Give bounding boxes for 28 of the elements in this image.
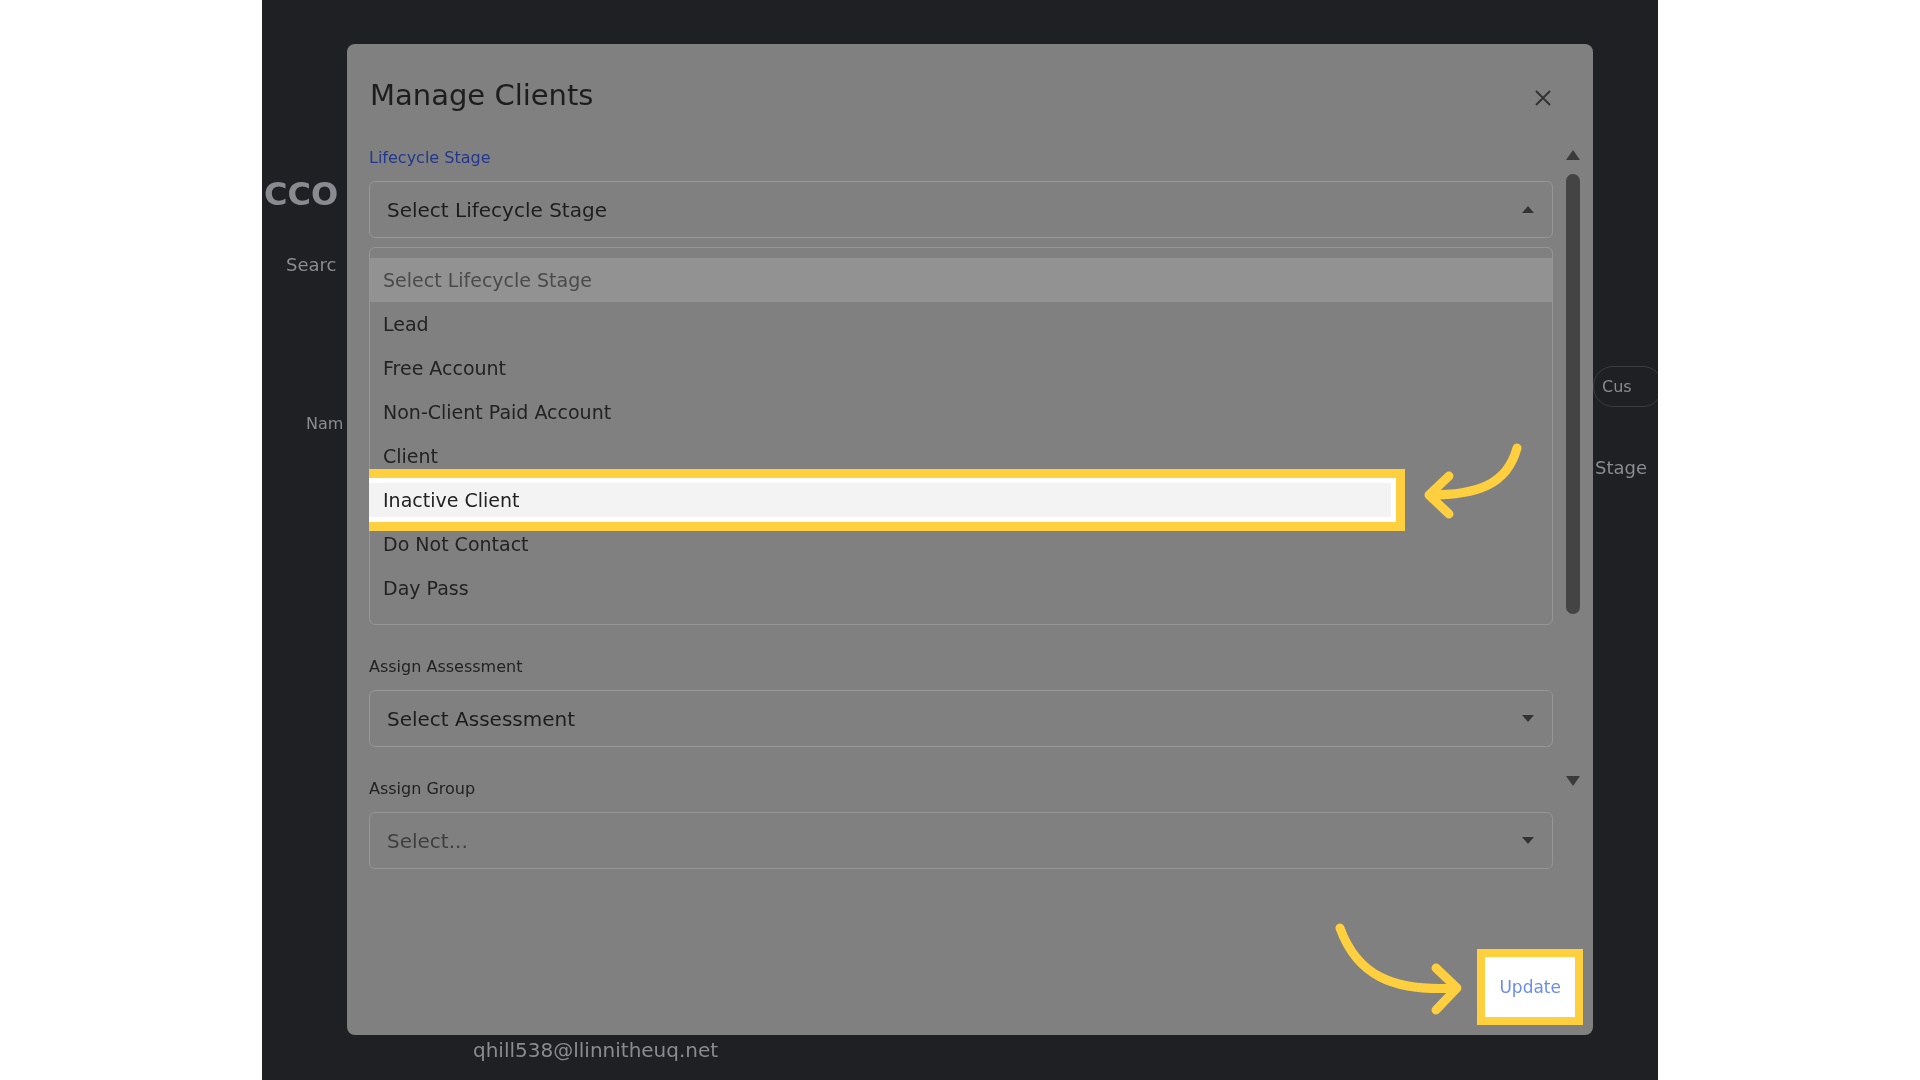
modal-title: Manage Clients bbox=[370, 78, 594, 112]
dropdown-option[interactable]: Free Account bbox=[370, 346, 1552, 390]
scrollbar-thumb[interactable] bbox=[1566, 174, 1580, 614]
select-value: Select Assessment bbox=[387, 706, 576, 731]
select-value: Select Lifecycle Stage bbox=[387, 197, 607, 222]
search-field[interactable]: Searc bbox=[262, 253, 368, 276]
scroll-up-icon[interactable] bbox=[1566, 150, 1580, 160]
dropdown-option[interactable]: Day Pass bbox=[370, 566, 1552, 610]
select-placeholder: Select... bbox=[387, 828, 468, 853]
column-header: Stage bbox=[1594, 457, 1648, 478]
scroll-down-icon[interactable] bbox=[1566, 776, 1580, 786]
field-label: Assign Assessment bbox=[369, 657, 524, 676]
select-field[interactable]: Select... bbox=[369, 812, 1553, 869]
dropdown-option[interactable]: Client bbox=[370, 434, 1552, 478]
caret-icon bbox=[1522, 715, 1534, 722]
field-label: Lifecycle Stage bbox=[369, 148, 492, 167]
caret-icon bbox=[1522, 837, 1534, 844]
caret-icon bbox=[1522, 206, 1534, 213]
dropdown-option[interactable]: Do Not Contact bbox=[370, 522, 1552, 566]
page-heading: CCO bbox=[263, 175, 340, 213]
select-field[interactable]: Select Lifecycle Stage bbox=[369, 181, 1553, 238]
dropdown-option[interactable]: Non-Client Paid Account bbox=[370, 390, 1552, 434]
dropdown-option[interactable]: Lead bbox=[370, 302, 1552, 346]
client-email: qhill538@llinnitheuq.net bbox=[473, 1038, 719, 1062]
close-icon[interactable] bbox=[1533, 88, 1553, 108]
field-label: Assign Group bbox=[369, 779, 477, 798]
column-header: Nam bbox=[305, 414, 345, 433]
select-field[interactable]: Select Assessment bbox=[369, 690, 1553, 747]
